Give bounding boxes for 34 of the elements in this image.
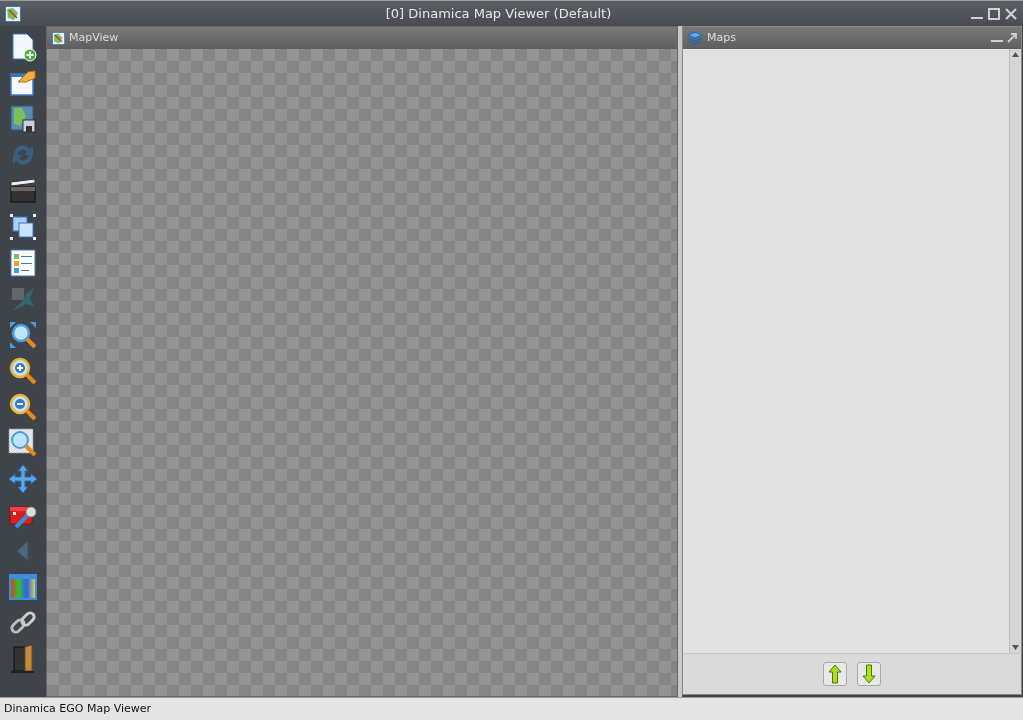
zoom-out-icon (8, 392, 38, 422)
toolbar-button[interactable] (7, 319, 39, 351)
toolbar-button[interactable] (7, 103, 39, 135)
clapperboard-icon (8, 176, 38, 206)
hand-window-icon (8, 68, 38, 98)
zoom-box-icon (8, 428, 38, 458)
float-icon[interactable] (1007, 33, 1017, 43)
move-arrows-icon (8, 464, 38, 494)
panel-title: Maps (707, 29, 737, 46)
layers-icon (687, 31, 703, 45)
maximize-icon[interactable] (988, 7, 1000, 20)
map-save-icon (8, 104, 38, 134)
toolbar-button[interactable] (7, 427, 39, 459)
up-arrow-icon (828, 664, 842, 684)
panel-title: MapView (69, 29, 119, 46)
legend-icon (8, 248, 38, 278)
down-arrow-icon (862, 664, 876, 684)
window-title: [0] Dinamica Map Viewer (Default) (385, 4, 612, 23)
zoom-in-icon (8, 356, 38, 386)
zoom-extent-icon (8, 320, 38, 350)
toolbar-button[interactable] (7, 355, 39, 387)
selection-icon (8, 212, 38, 242)
toolbar-button[interactable] (7, 67, 39, 99)
close-icon[interactable] (1005, 7, 1017, 20)
toolbar-button[interactable] (7, 211, 39, 243)
toolbar-button[interactable] (7, 247, 39, 279)
move-up-button[interactable] (823, 662, 847, 686)
move-down-button[interactable] (857, 662, 881, 686)
map-icon (52, 31, 65, 45)
status-text: Dinamica EGO Map Viewer (4, 700, 152, 717)
color-palette-icon (8, 572, 38, 602)
toolbar-button[interactable] (7, 391, 39, 423)
app-logo-icon (5, 5, 21, 22)
scrollbar[interactable] (1009, 49, 1021, 653)
